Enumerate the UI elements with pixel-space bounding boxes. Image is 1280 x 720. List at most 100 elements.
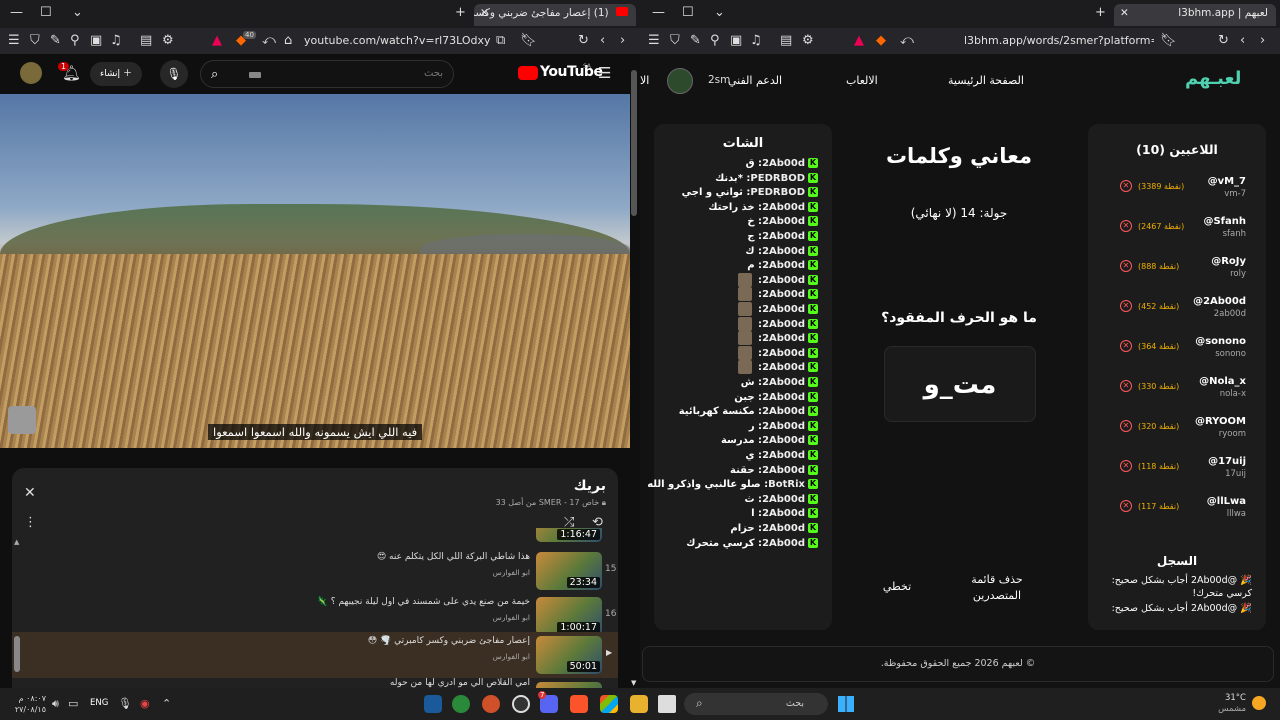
- search-box[interactable]: ⌕ بحث: [200, 60, 454, 88]
- bookmark-icon[interactable]: 🔖︎: [1160, 34, 1177, 48]
- extensions-icon[interactable]: ⚙: [162, 34, 174, 48]
- video-player[interactable]: فيه اللي ايش يسمونه والله اسمعوا اسمعوا: [0, 94, 630, 448]
- share-icon[interactable]: ⤺: [900, 34, 914, 48]
- taskbar-search[interactable]: ⌕ بحث: [684, 693, 828, 715]
- clock[interactable]: ٠٨:٠٧ م ٢٧/٠٨/١٥: [6, 693, 46, 715]
- remove-player-icon[interactable]: ✕: [1120, 420, 1132, 432]
- taskbar-store-icon[interactable]: [600, 695, 618, 713]
- avatar[interactable]: [667, 68, 693, 94]
- menu-icon[interactable]: ☰: [648, 34, 660, 48]
- close-tab-icon[interactable]: ✕: [480, 7, 489, 19]
- list-item-active[interactable]: ▶ 50:01 إعصار مفاجئ ضربني وكسر كامبرتي 🌪…: [12, 632, 618, 678]
- language[interactable]: ENG: [90, 698, 108, 708]
- copy-icon[interactable]: ⧉: [496, 34, 505, 48]
- reset-leaderboard-button[interactable]: حذف قائمة المتصدرين: [952, 572, 1042, 604]
- taskbar-taskview-icon[interactable]: [658, 695, 676, 713]
- music-icon[interactable]: ♫: [750, 34, 762, 48]
- screenshot-icon[interactable]: ▤: [780, 34, 792, 48]
- avatar[interactable]: [20, 62, 42, 84]
- remove-player-icon[interactable]: ✕: [1120, 300, 1132, 312]
- weather-widget[interactable]: 31°C مشمس: [1216, 693, 1246, 715]
- taskbar-brave-icon[interactable]: [570, 695, 588, 713]
- share-icon[interactable]: ⤺: [262, 34, 276, 48]
- maximize-icon[interactable]: ☐: [682, 6, 694, 20]
- back-icon[interactable]: ‹: [600, 34, 605, 48]
- close-window-icon[interactable]: ⌄: [72, 6, 83, 20]
- shield-icon[interactable]: ⛉: [30, 34, 40, 48]
- bookmark-icon[interactable]: 🔖︎: [520, 34, 537, 48]
- tab-list-icon[interactable]: ⌄: [714, 6, 725, 20]
- tray-chevron-icon[interactable]: ⌃: [162, 697, 171, 711]
- left-address-bar[interactable]: youtube.com/watch?v=rl73LOdxyAg&list=: [304, 32, 490, 50]
- keyboard-icon[interactable]: [249, 72, 261, 78]
- site-logo[interactable]: لعبـهم: [1185, 68, 1241, 89]
- youtube-logo[interactable]: YouTube: [540, 64, 603, 80]
- music-icon[interactable]: ♫: [110, 34, 122, 48]
- skip-button[interactable]: تخطي: [872, 580, 922, 593]
- close-playlist-icon[interactable]: ✕: [24, 486, 36, 500]
- remove-player-icon[interactable]: ✕: [1120, 180, 1132, 192]
- create-button[interactable]: إنشاء ＋: [90, 62, 142, 86]
- windows-start-icon[interactable]: [838, 696, 854, 712]
- brave-shield-icon[interactable]: ◆: [876, 34, 886, 48]
- brave-rewards-icon[interactable]: ▲: [212, 34, 222, 48]
- screenshot-icon[interactable]: ▤: [140, 34, 152, 48]
- youtube-logo-icon[interactable]: [518, 66, 538, 80]
- reload-icon[interactable]: ↻: [578, 34, 589, 48]
- list-item[interactable]: 15 23:34 هذا شاطي البركة اللي الكل يتكلم…: [12, 548, 618, 594]
- new-tab-icon[interactable]: +: [1095, 6, 1106, 20]
- sidebar-icon[interactable]: ▣: [730, 34, 742, 48]
- remove-player-icon[interactable]: ✕: [1120, 220, 1132, 232]
- chat-username: BotRix: [768, 479, 805, 491]
- playlist-scrollbar[interactable]: [14, 636, 20, 672]
- shield-icon[interactable]: ⛉: [670, 34, 680, 48]
- bookmark-list-icon[interactable]: ⚲: [70, 34, 80, 48]
- scroll-down-icon[interactable]: ▼: [631, 676, 636, 688]
- taskbar-chrome-icon[interactable]: [452, 695, 470, 713]
- maximize-icon[interactable]: ☐: [40, 6, 52, 20]
- volume-icon[interactable]: 🔊︎: [52, 697, 59, 711]
- nav-overflow[interactable]: الا: [640, 74, 649, 87]
- remove-player-icon[interactable]: ✕: [1120, 500, 1132, 512]
- forward-icon[interactable]: ›: [620, 34, 625, 48]
- new-tab-icon[interactable]: +: [455, 6, 466, 20]
- hamburger-icon[interactable]: ☰: [598, 66, 611, 81]
- extensions-icon[interactable]: ⚙: [802, 34, 814, 48]
- list-item[interactable]: 1:16:47: [12, 528, 618, 546]
- puzzle-icon[interactable]: ✎: [690, 34, 701, 48]
- reload-icon[interactable]: ↻: [1218, 34, 1229, 48]
- right-address-bar[interactable]: l3bhm.app/words/2smer?platform=kick: [964, 32, 1154, 50]
- record-icon[interactable]: ◉: [140, 697, 150, 711]
- taskbar-defender-icon[interactable]: [424, 695, 442, 713]
- youtube-tab[interactable]: (1) إعصار مفاجئ ضربني وكسر ✕: [474, 4, 636, 26]
- remove-player-icon[interactable]: ✕: [1120, 460, 1132, 472]
- remove-player-icon[interactable]: ✕: [1120, 340, 1132, 352]
- remove-player-icon[interactable]: ✕: [1120, 380, 1132, 392]
- list-item[interactable]: أمي القلاص الي مو ادري لها من حوله: [12, 678, 618, 688]
- remove-player-icon[interactable]: ✕: [1120, 260, 1132, 272]
- taskbar-obs-icon[interactable]: [482, 695, 500, 713]
- minimize-icon[interactable]: —: [10, 6, 23, 20]
- chat-message: K2Ab00d: جبن: [734, 391, 818, 403]
- network-icon[interactable]: ▭: [68, 697, 78, 711]
- site-info-icon[interactable]: ⌂: [284, 34, 292, 48]
- minimize-icon[interactable]: —: [652, 6, 665, 20]
- page-scrollbar[interactable]: [631, 70, 637, 216]
- nav-home[interactable]: الصفحة الرئيسية: [948, 74, 1024, 87]
- mic-icon[interactable]: 🎙︎: [118, 697, 132, 711]
- nav-games[interactable]: الالعاب: [846, 74, 878, 87]
- close-tab-icon[interactable]: ✕: [1120, 7, 1129, 19]
- voice-search-button[interactable]: 🎙︎: [160, 60, 188, 88]
- back-icon[interactable]: ‹: [1240, 34, 1245, 48]
- l3bhm-tab[interactable]: لعبهم | l3bhm.app ✕: [1114, 4, 1276, 26]
- brave-rewards-icon[interactable]: ▲: [854, 34, 864, 48]
- taskbar-app-icon[interactable]: [512, 695, 530, 713]
- nav-support[interactable]: الدعم الفني: [728, 74, 782, 87]
- forward-icon[interactable]: ›: [1260, 34, 1265, 48]
- sidebar-icon[interactable]: ▣: [90, 34, 102, 48]
- taskbar-explorer-icon[interactable]: [630, 695, 648, 713]
- bookmark-list-icon[interactable]: ⚲: [710, 34, 720, 48]
- menu-icon[interactable]: ☰: [8, 34, 20, 48]
- puzzle-icon[interactable]: ✎: [50, 34, 61, 48]
- search-icon[interactable]: ⌕: [211, 67, 218, 82]
